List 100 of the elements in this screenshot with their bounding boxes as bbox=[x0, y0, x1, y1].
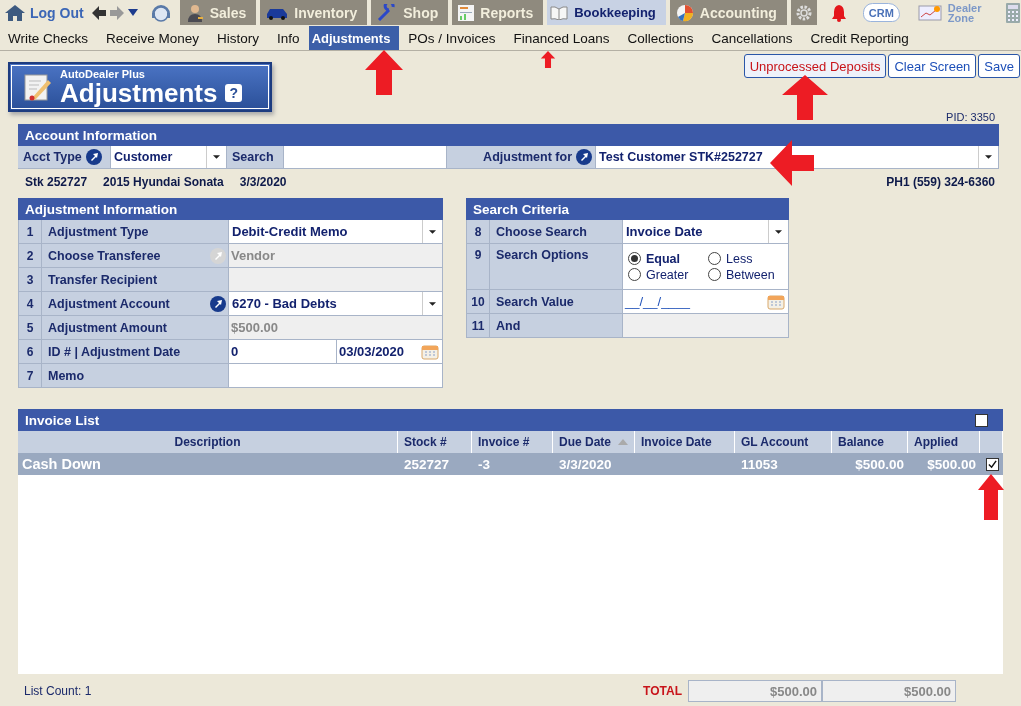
up-arrow-icon bbox=[365, 50, 403, 95]
panel-title: Account Information bbox=[18, 124, 999, 146]
submenu-tab[interactable]: Credit Reporting bbox=[801, 26, 918, 50]
select-all-checkbox[interactable] bbox=[975, 413, 988, 427]
id-field[interactable]: 0 bbox=[229, 340, 337, 363]
date-field[interactable]: 03/03/2020 bbox=[339, 344, 405, 359]
crm-cloud-button[interactable]: CRM bbox=[862, 3, 900, 22]
row-number: 8 bbox=[474, 224, 482, 239]
total-label: TOTAL bbox=[643, 684, 682, 698]
field-label: Acct Type bbox=[23, 150, 82, 164]
table-cell: $500.00 bbox=[855, 456, 904, 472]
table-cell: 3/3/2020 bbox=[559, 456, 612, 472]
text-field[interactable] bbox=[229, 364, 443, 387]
panel-title: Search Criteria bbox=[466, 198, 789, 220]
up-arrow-icon bbox=[782, 75, 828, 120]
row-number: 11 bbox=[471, 318, 485, 333]
field-label: Adjustment Type bbox=[48, 224, 149, 239]
field-label: Memo bbox=[48, 368, 85, 383]
select-field[interactable]: Debit-Credit Memo bbox=[229, 220, 443, 243]
field-label: Choose Transferee bbox=[48, 248, 161, 263]
logout-link[interactable]: Log Out bbox=[0, 3, 84, 22]
field-label: Search Value bbox=[496, 294, 574, 309]
submenu-tab[interactable]: History bbox=[208, 26, 269, 50]
row-checkbox[interactable] bbox=[986, 457, 999, 471]
row-number: 6 bbox=[26, 344, 34, 359]
row-number: 2 bbox=[26, 248, 34, 263]
stock-text: Stk 252727 bbox=[25, 175, 88, 191]
table-cell: -3 bbox=[478, 456, 490, 472]
dropdown-caret-icon[interactable] bbox=[127, 9, 138, 16]
date-text: 3/3/2020 bbox=[239, 175, 287, 191]
adjustment-for-select[interactable]: Test Customer STK#252727 bbox=[596, 146, 999, 169]
house-icon bbox=[4, 3, 26, 22]
select-field[interactable]: 6270 - Bad Debts bbox=[229, 292, 443, 315]
table-cell: 11053 bbox=[741, 456, 778, 472]
row-number: 7 bbox=[26, 368, 34, 383]
field-label: Transfer Recipient bbox=[48, 272, 158, 287]
select-field[interactable]: Invoice Date bbox=[623, 220, 789, 243]
row-number: 9 bbox=[474, 248, 482, 264]
back-arrow-icon[interactable] bbox=[91, 5, 106, 20]
row-number: 3 bbox=[26, 272, 34, 287]
field-label: Search bbox=[232, 150, 274, 164]
phone-text: PH1 (559) 324-6360 bbox=[886, 175, 995, 191]
table-cell: Cash Down bbox=[22, 456, 101, 472]
wrench-icon bbox=[377, 3, 398, 22]
action-button[interactable]: Unprocessed Deposits bbox=[743, 54, 887, 78]
pid-text: PID: 3350 bbox=[946, 111, 995, 124]
nav-tab[interactable]: Bookkeeping bbox=[547, 0, 666, 25]
lookup-icon[interactable] bbox=[210, 295, 226, 312]
radio-option[interactable]: Greater bbox=[628, 267, 708, 282]
field-label: Adjustment Account bbox=[48, 296, 170, 311]
submenu-tab[interactable]: Collections bbox=[618, 26, 703, 50]
vehicle-text: 2015 Hyundai Sonata bbox=[103, 175, 224, 191]
left-arrow-icon bbox=[770, 140, 814, 186]
pie-chart-icon bbox=[675, 3, 694, 22]
submenu-tab[interactable]: Financed Loans bbox=[504, 26, 619, 50]
submenu-tab[interactable]: Cancellations bbox=[702, 26, 802, 50]
lookup-icon[interactable] bbox=[85, 149, 102, 165]
row-number: 10 bbox=[471, 294, 485, 309]
settings-tab[interactable] bbox=[790, 0, 817, 25]
sort-up-icon bbox=[618, 439, 628, 445]
radio-option[interactable]: Between bbox=[708, 267, 788, 282]
readonly-field: Vendor bbox=[229, 244, 443, 267]
radio-option[interactable]: Equal bbox=[628, 251, 708, 266]
report-icon bbox=[458, 4, 475, 21]
field-label: Adjustment for bbox=[483, 150, 572, 164]
field-label: Adjustment Amount bbox=[48, 320, 167, 335]
help-button[interactable]: ? bbox=[225, 84, 243, 102]
search-field[interactable] bbox=[284, 146, 447, 169]
total-field: $500.00 bbox=[688, 680, 822, 702]
field-label: Search Options bbox=[496, 248, 589, 264]
submenu-tab[interactable]: Adjustments bbox=[308, 26, 400, 50]
row-number: 5 bbox=[26, 320, 34, 335]
acct-type-select[interactable]: Customer bbox=[111, 146, 227, 169]
row-number: 1 bbox=[26, 224, 34, 239]
person-icon bbox=[185, 3, 204, 22]
readonly-field: $500.00 bbox=[229, 316, 443, 339]
panel-title: Invoice List bbox=[25, 412, 100, 428]
field-label: And bbox=[496, 318, 521, 333]
panel-title: Adjustment Information bbox=[18, 198, 443, 220]
up-arrow-icon bbox=[978, 474, 1004, 520]
table-cell: $500.00 bbox=[927, 456, 976, 472]
table-cell: 252727 bbox=[404, 456, 450, 472]
submenu-tab[interactable]: Info bbox=[268, 26, 309, 50]
radio-option[interactable]: Less bbox=[708, 251, 788, 266]
lookup-icon[interactable] bbox=[576, 149, 592, 165]
action-button[interactable]: Clear Screen bbox=[888, 54, 977, 78]
document-pencil-icon bbox=[22, 72, 52, 102]
total-field: $500.00 bbox=[822, 680, 956, 702]
submenu-tab[interactable]: POs / Invoices bbox=[399, 26, 505, 50]
submenu-tab[interactable]: Receive Money bbox=[97, 26, 209, 50]
bell-icon[interactable] bbox=[830, 3, 847, 22]
chart-screen-icon bbox=[917, 3, 942, 22]
list-count-text: List Count: 1 bbox=[24, 684, 92, 698]
submenu-tab[interactable]: Write Checks bbox=[0, 26, 98, 50]
book-icon bbox=[550, 5, 569, 20]
field-label: Choose Search bbox=[496, 224, 587, 239]
field-label: ID # | Adjustment Date bbox=[48, 344, 181, 359]
row-number: 4 bbox=[26, 296, 34, 311]
brand-text: AutoDealer Plus bbox=[60, 68, 146, 80]
action-button[interactable]: Save bbox=[978, 54, 1020, 78]
